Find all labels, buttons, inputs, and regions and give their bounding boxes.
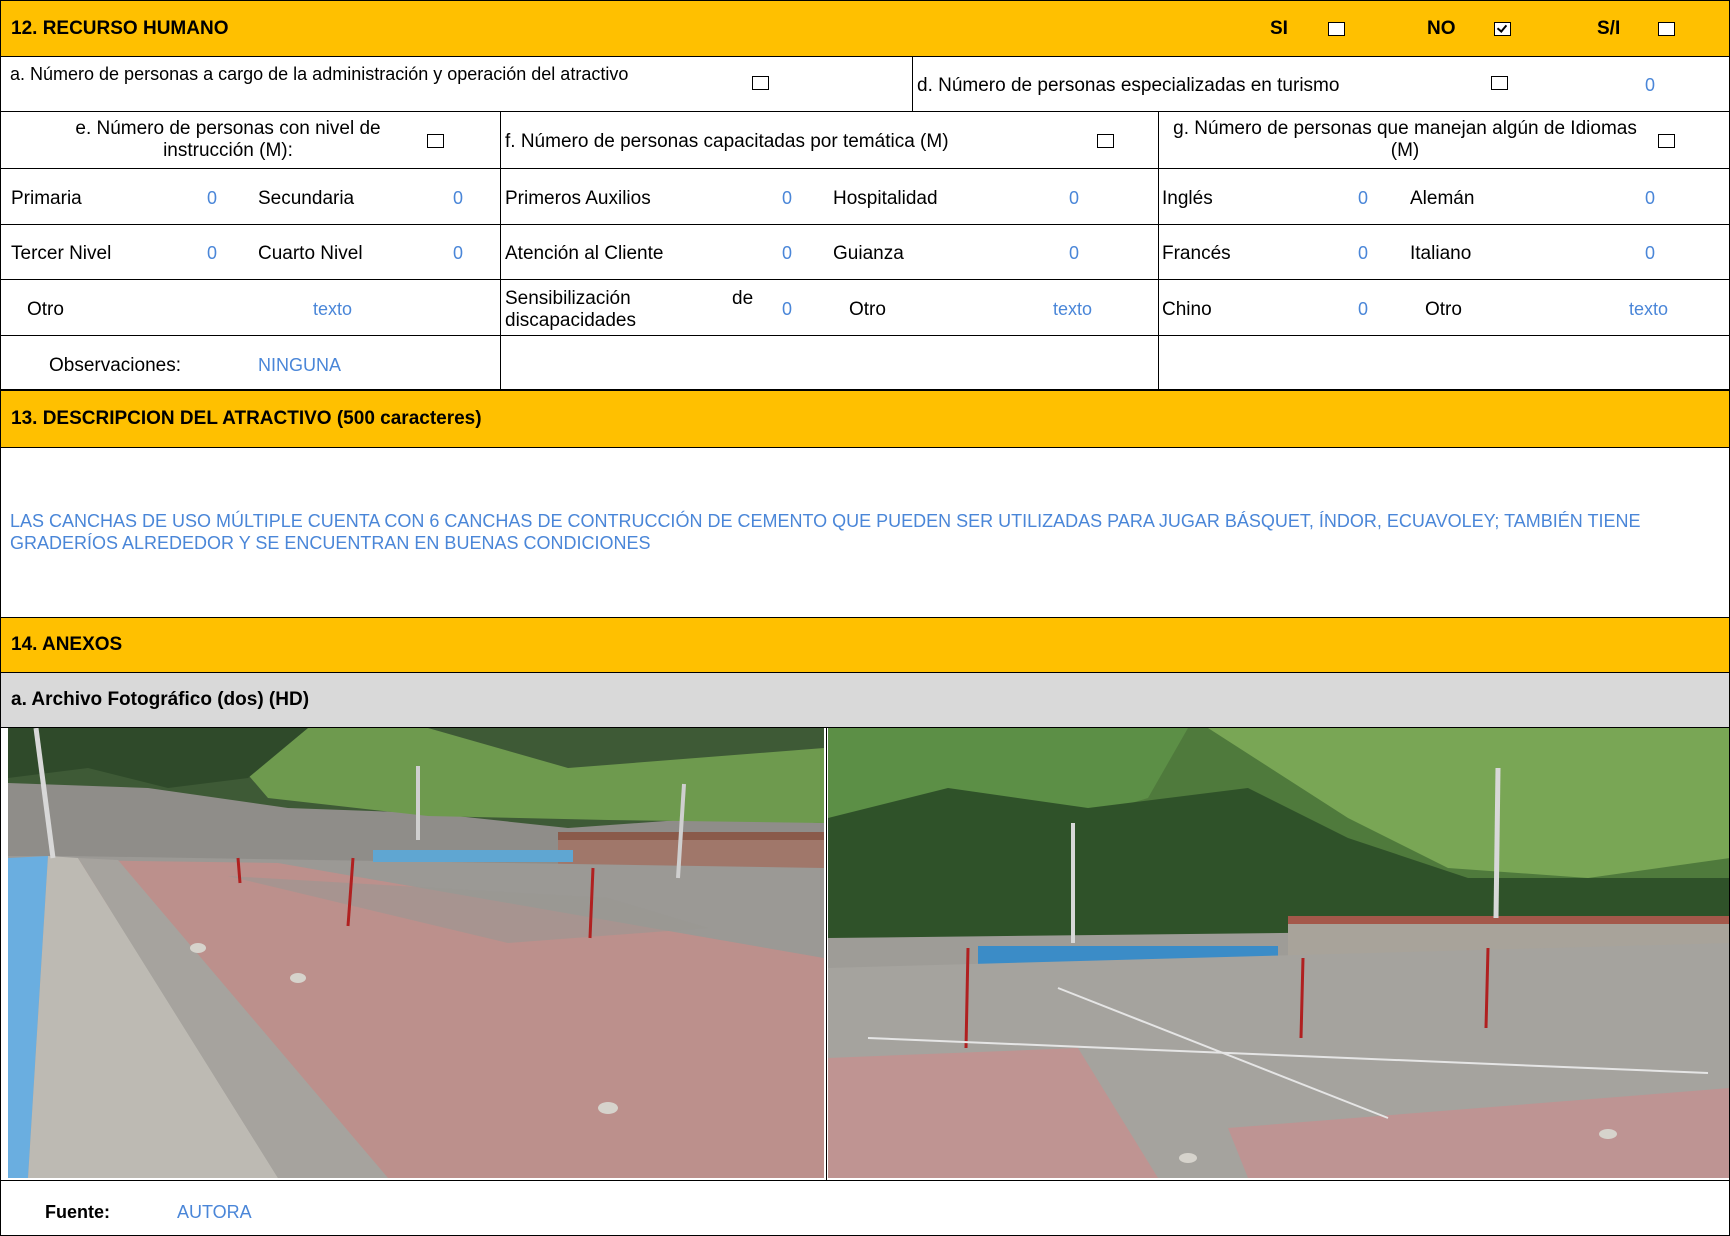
photo-2-graphic bbox=[828, 728, 1730, 1178]
observaciones-value: NINGUNA bbox=[258, 355, 342, 375]
cell-value: 0 bbox=[1358, 299, 1369, 319]
fuente-row bbox=[0, 1180, 1730, 1236]
cell-label: Alemán bbox=[1410, 188, 1475, 209]
label-e: e. Número de personas con nivel de instr… bbox=[75, 118, 381, 161]
cell-label: Primaria bbox=[11, 188, 82, 209]
sn-label: S/I bbox=[1597, 18, 1621, 39]
description-text: LAS CANCHAS DE USO MÚLTIPLE CUENTA CON 6… bbox=[10, 511, 1641, 553]
cell-value: 0 bbox=[453, 243, 464, 263]
cell-label: Secundaria bbox=[258, 188, 355, 209]
cell-value: 0 bbox=[1645, 243, 1656, 263]
cell-value: 0 bbox=[1645, 188, 1656, 208]
cell-label: Inglés bbox=[1162, 188, 1213, 209]
cell-value: 0 bbox=[1069, 243, 1080, 263]
divider bbox=[826, 728, 827, 1180]
ficha-atractivo: 12. RECURSO HUMANO SI NO S/I a. Número d… bbox=[0, 0, 1730, 1236]
cell-label: Primeros Auxilios bbox=[505, 188, 651, 209]
cell-value: 0 bbox=[1358, 188, 1369, 208]
cell-value: 0 bbox=[207, 243, 218, 263]
cell-label: Cuarto Nivel bbox=[258, 243, 363, 264]
cell-label: Italiano bbox=[1410, 243, 1472, 264]
cell-label: Francés bbox=[1162, 243, 1231, 264]
cell-value: texto bbox=[313, 299, 353, 319]
si-checkbox[interactable] bbox=[1328, 22, 1345, 36]
cell-label: Guianza bbox=[833, 243, 904, 264]
cell-label: Chino bbox=[1162, 299, 1212, 320]
cell-value: 0 bbox=[207, 188, 218, 208]
observaciones-label: Observaciones: bbox=[49, 355, 182, 376]
cell-label: Otro bbox=[1425, 299, 1462, 320]
cell-value: 0 bbox=[453, 188, 464, 208]
section14-subtitle: a. Archivo Fotográfico (dos) (HD) bbox=[11, 689, 310, 710]
photo-1 bbox=[8, 728, 824, 1178]
label-a: a. Número de personas a cargo de la admi… bbox=[10, 64, 629, 84]
label-d: d. Número de personas especializadas en … bbox=[917, 75, 1340, 96]
section13-title: 13. DESCRIPCION DEL ATRACTIVO (500 carac… bbox=[11, 408, 482, 429]
checkbox-f[interactable] bbox=[1097, 134, 1114, 148]
cell-label: Sensibilización bbox=[505, 288, 631, 309]
no-checkbox[interactable] bbox=[1494, 22, 1511, 36]
divider bbox=[1158, 335, 1730, 336]
cell-value: texto bbox=[1053, 299, 1093, 319]
cell-label: discapacidades bbox=[505, 310, 636, 331]
photo-1-graphic bbox=[8, 728, 824, 1178]
divider bbox=[912, 57, 913, 112]
checkbox-e[interactable] bbox=[427, 134, 444, 148]
sn-checkbox[interactable] bbox=[1658, 22, 1675, 36]
cell-value: 0 bbox=[1069, 188, 1080, 208]
divider bbox=[0, 335, 1158, 336]
si-label: SI bbox=[1270, 18, 1288, 39]
cell-value: 0 bbox=[782, 299, 793, 319]
checkbox-g[interactable] bbox=[1658, 134, 1675, 148]
value-d: 0 bbox=[1645, 75, 1656, 95]
section14-title: 14. ANEXOS bbox=[11, 634, 123, 655]
label-g: g. Número de personas que manejan algún … bbox=[1173, 118, 1637, 161]
section12-title: 12. RECURSO HUMANO bbox=[11, 17, 229, 39]
cell-label: Otro bbox=[27, 299, 64, 320]
checkbox-d[interactable] bbox=[1491, 76, 1508, 90]
cell-value: texto bbox=[1629, 299, 1669, 319]
cell-label: Atención al Cliente bbox=[505, 243, 664, 264]
label-f: f. Número de personas capacitadas por te… bbox=[505, 131, 949, 152]
fuente-label: Fuente: bbox=[45, 1202, 110, 1222]
section14-header: 14. ANEXOS bbox=[0, 617, 1730, 673]
fuente-value: AUTORA bbox=[177, 1202, 252, 1222]
section14-subheader: a. Archivo Fotográfico (dos) (HD) bbox=[0, 673, 1730, 728]
cell-label: Otro bbox=[849, 299, 886, 320]
cell-value: 0 bbox=[782, 188, 793, 208]
cell-value: 0 bbox=[1358, 243, 1369, 263]
photo-2 bbox=[828, 728, 1730, 1178]
cell-label: Tercer Nivel bbox=[11, 243, 112, 264]
section12-header: 12. RECURSO HUMANO bbox=[0, 0, 1730, 57]
section13-header: 13. DESCRIPCION DEL ATRACTIVO (500 carac… bbox=[0, 390, 1730, 448]
cell-label: de bbox=[732, 288, 754, 309]
cell-value: 0 bbox=[782, 243, 793, 263]
no-label: NO bbox=[1427, 18, 1456, 39]
checkbox-a[interactable] bbox=[752, 76, 769, 90]
cell-label: Hospitalidad bbox=[833, 188, 938, 209]
